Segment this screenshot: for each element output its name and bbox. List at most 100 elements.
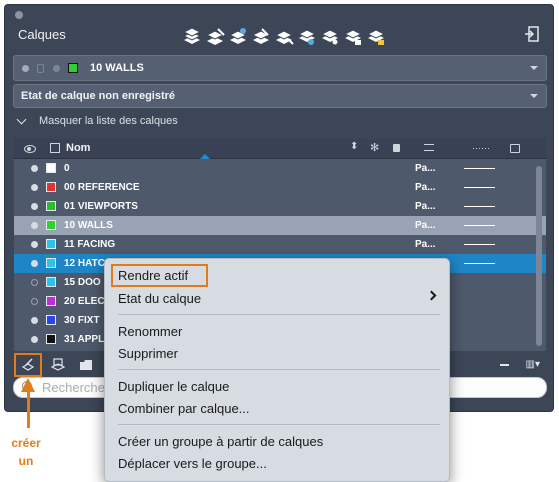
- layer-name: 0: [64, 163, 70, 174]
- visibility-dot-icon[interactable]: [31, 279, 38, 286]
- layer-color-swatch[interactable]: [46, 315, 56, 325]
- linetype-line: [464, 225, 495, 226]
- visibility-dot-icon[interactable]: [31, 260, 38, 267]
- menu-item-rename[interactable]: Renommer: [118, 324, 182, 339]
- visibility-dot-icon[interactable]: [31, 298, 38, 305]
- layer-color-swatch: [68, 63, 78, 73]
- layer-unlock-icon[interactable]: [365, 27, 387, 47]
- context-menu: Rendre actif Etat du calque Renommer Sup…: [104, 258, 450, 482]
- layer-tool-2-icon[interactable]: [204, 27, 226, 47]
- chevron-down-icon: [530, 94, 538, 98]
- annotation-line-1: créer: [11, 436, 41, 450]
- freeze-column-icon[interactable]: ✻: [370, 141, 379, 154]
- layer-color-swatch[interactable]: [46, 182, 56, 192]
- layer-visibility-icon[interactable]: [319, 27, 341, 47]
- menu-item-delete[interactable]: Supprimer: [118, 346, 178, 361]
- menu-item-make-active[interactable]: Rendre actif: [118, 268, 188, 283]
- table-row[interactable]: 10 WALLS Pa...: [14, 216, 546, 235]
- layer-tool-1-icon[interactable]: [181, 27, 203, 47]
- visibility-dot-icon[interactable]: [31, 222, 38, 229]
- layer-type-icon: [50, 143, 60, 153]
- menu-divider: [118, 314, 440, 315]
- layer-name: 11 FACING: [64, 239, 116, 250]
- menu-divider: [118, 369, 440, 370]
- layer-lock-icon[interactable]: [342, 27, 364, 47]
- layer-plot-style: Pa...: [415, 201, 436, 212]
- menu-item-layer-state[interactable]: Etat du calque: [118, 291, 201, 306]
- linetype-line: [464, 263, 495, 264]
- layer-state-label: Etat de calque non enregistré: [21, 90, 176, 102]
- minus-icon[interactable]: [500, 364, 509, 366]
- layer-name: 01 VIEWPORTS: [64, 201, 138, 212]
- table-row[interactable]: 00 REFERENCE Pa...: [14, 178, 546, 197]
- layer-plot-style: Pa...: [415, 239, 436, 250]
- layer-color-swatch[interactable]: [46, 220, 56, 230]
- layer-name: 12 HATC: [64, 258, 105, 269]
- layer-name: 00 REFERENCE: [64, 182, 140, 193]
- layer-name: 10 WALLS: [64, 220, 113, 231]
- layer-plot-style: Pa...: [415, 220, 436, 231]
- layer-color-swatch[interactable]: [46, 258, 56, 268]
- layer-name: 20 ELEC: [64, 296, 105, 307]
- visibility-dot-icon[interactable]: [31, 203, 38, 210]
- visibility-dot-icon[interactable]: [31, 184, 38, 191]
- search-placeholder: Recherche: [42, 380, 105, 395]
- column-header-name[interactable]: Nom: [66, 142, 90, 154]
- layer-color-swatch[interactable]: [46, 334, 56, 344]
- layer-name: 30 FIXT: [64, 315, 100, 326]
- layer-plot-style: Pa...: [415, 163, 436, 174]
- visibility-dot-icon[interactable]: [31, 336, 38, 343]
- layer-tool-3-icon[interactable]: [227, 27, 249, 47]
- annotation-label: créer un: [4, 434, 48, 470]
- eye-icon[interactable]: [24, 145, 36, 153]
- table-row[interactable]: 0 Pa...: [14, 159, 546, 178]
- sort-icon[interactable]: ⬍: [350, 141, 358, 152]
- layer-name: 15 DOO: [64, 277, 101, 288]
- current-layer-select[interactable]: 10 WALLS: [13, 55, 547, 81]
- columns-icon[interactable]: ▥▾: [526, 359, 540, 370]
- table-header: Nom ⬍ ✻ ⋯⋯: [14, 139, 546, 159]
- export-icon[interactable]: [524, 25, 540, 43]
- current-layer-name: 10 WALLS: [90, 62, 144, 74]
- visibility-dot-icon[interactable]: [31, 165, 38, 172]
- chevron-down-icon: [16, 114, 27, 124]
- table-scrollbar[interactable]: [536, 166, 542, 346]
- layer-color-swatch[interactable]: [46, 163, 56, 173]
- hide-layer-list-toggle[interactable]: Masquer la liste des calques: [16, 114, 178, 127]
- layer-color-swatch[interactable]: [46, 201, 56, 211]
- layer-freeze-icon[interactable]: [296, 27, 318, 47]
- table-row[interactable]: 01 VIEWPORTS Pa...: [14, 197, 546, 216]
- lineweight-column-icon[interactable]: ⋯⋯: [472, 143, 490, 154]
- table-row[interactable]: 11 FACING Pa...: [14, 235, 546, 254]
- layer-tool-4-icon[interactable]: [250, 27, 272, 47]
- menu-item-merge[interactable]: Combiner par calque...: [118, 401, 250, 416]
- lock-icon: [37, 63, 44, 73]
- layer-color-swatch[interactable]: [46, 239, 56, 249]
- linetype-line: [464, 206, 495, 207]
- layer-color-swatch[interactable]: [46, 277, 56, 287]
- highlight-box: [14, 353, 42, 377]
- menu-item-create-group[interactable]: Créer un groupe à partir de calques: [118, 434, 323, 449]
- menu-divider: [118, 424, 440, 425]
- linetype-line: [464, 187, 495, 188]
- layer-state-select[interactable]: Etat de calque non enregistré: [13, 84, 547, 108]
- visibility-dot-icon: [22, 64, 29, 72]
- linetype-column-icon[interactable]: [424, 144, 434, 151]
- panel-title: Calques: [18, 27, 66, 42]
- hide-layer-list-label: Masquer la liste des calques: [39, 115, 178, 127]
- lock-column-icon[interactable]: [393, 144, 400, 152]
- folder-icon[interactable]: [75, 355, 97, 375]
- menu-item-duplicate[interactable]: Dupliquer le calque: [118, 379, 229, 394]
- menu-item-move-to-group[interactable]: Déplacer vers le groupe...: [118, 456, 267, 471]
- layer-plot-style: Pa...: [415, 182, 436, 193]
- annotation-arrow-shaft: [27, 390, 30, 428]
- plot-column-icon[interactable]: [510, 144, 520, 153]
- new-layer-group-icon[interactable]: [47, 355, 69, 375]
- visibility-dot-icon[interactable]: [31, 241, 38, 248]
- linetype-line: [464, 168, 495, 169]
- chevron-down-icon: [530, 66, 538, 70]
- layer-tool-5-icon[interactable]: [273, 27, 295, 47]
- layer-color-swatch[interactable]: [46, 296, 56, 306]
- window-dot: [15, 11, 23, 19]
- visibility-dot-icon[interactable]: [31, 317, 38, 324]
